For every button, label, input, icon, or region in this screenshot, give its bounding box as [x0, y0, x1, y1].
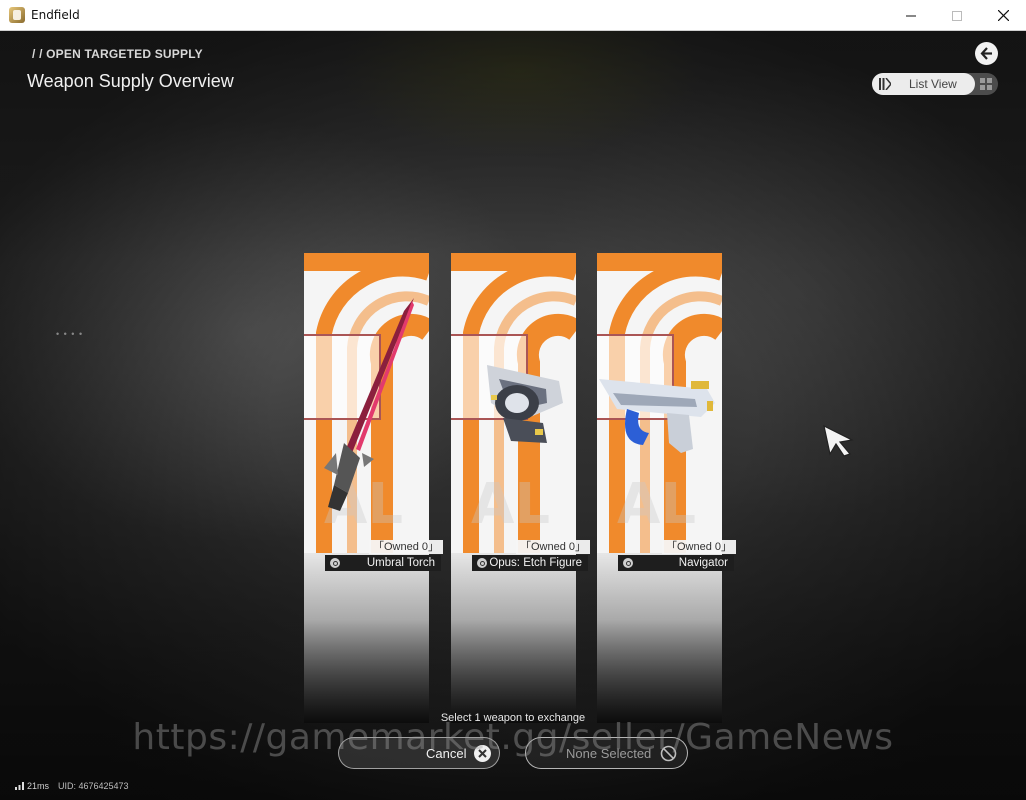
- minimize-icon: [906, 15, 916, 16]
- latency-indicator: 21ms: [15, 781, 49, 791]
- view-toggle: List View: [872, 73, 998, 95]
- owned-count: 「Owned 0」: [369, 540, 444, 554]
- window-titlebar: Endfield: [0, 0, 1026, 31]
- latency-value: 21ms: [27, 781, 50, 791]
- weapon-card-navigator[interactable]: AL: [597, 253, 722, 723]
- maximize-icon: [952, 10, 962, 21]
- back-button[interactable]: [975, 42, 998, 65]
- weapon-card-umbral-torch[interactable]: AL: [304, 253, 429, 723]
- window-controls: [888, 0, 1026, 31]
- cursor-icon: [823, 424, 854, 457]
- signal-icon: [15, 782, 24, 790]
- card-fade: [451, 553, 576, 723]
- breadcrumb: / / OPEN TARGETED SUPPLY: [32, 47, 203, 61]
- zoom-icon[interactable]: [623, 558, 633, 568]
- card-fade: [304, 553, 429, 723]
- weapon-name: Navigator: [678, 557, 728, 569]
- card-fade: [597, 553, 722, 723]
- minimize-button[interactable]: [888, 0, 934, 31]
- maximize-button[interactable]: [934, 0, 980, 31]
- page-title: Weapon Supply Overview: [27, 71, 234, 91]
- zoom-icon[interactable]: [330, 558, 340, 568]
- close-window-button[interactable]: [980, 0, 1026, 31]
- watermark-text: https://gamemarket.gg/seller/GameNews: [132, 717, 894, 758]
- window-title: Endfield: [31, 8, 80, 22]
- list-view-button[interactable]: List View: [872, 73, 975, 95]
- weapon-card-opus-etch-figure[interactable]: AL: [451, 253, 576, 723]
- list-view-label: List View: [909, 77, 957, 91]
- weapon-name: Umbral Torch: [366, 557, 435, 569]
- decorative-dots: • • • •: [56, 329, 84, 339]
- back-arrow-icon: [980, 47, 992, 60]
- owned-count: 「Owned 0」: [662, 540, 737, 554]
- grid-view-icon[interactable]: [980, 78, 992, 90]
- weapon-name-bar[interactable]: Navigator: [618, 555, 734, 571]
- weapon-name: Opus: Etch Figure: [489, 557, 582, 569]
- game-viewport: / / OPEN TARGETED SUPPLY Weapon Supply O…: [0, 31, 1026, 800]
- owned-count: 「Owned 0」: [516, 540, 591, 554]
- list-view-icon: [879, 78, 891, 90]
- close-window-icon: [997, 10, 1009, 21]
- zoom-icon[interactable]: [477, 558, 487, 568]
- app-icon: [9, 7, 25, 23]
- weapon-name-bar[interactable]: Umbral Torch: [325, 555, 441, 571]
- user-id: UID: 4676425473: [58, 781, 129, 791]
- weapon-name-bar[interactable]: Opus: Etch Figure: [472, 555, 588, 571]
